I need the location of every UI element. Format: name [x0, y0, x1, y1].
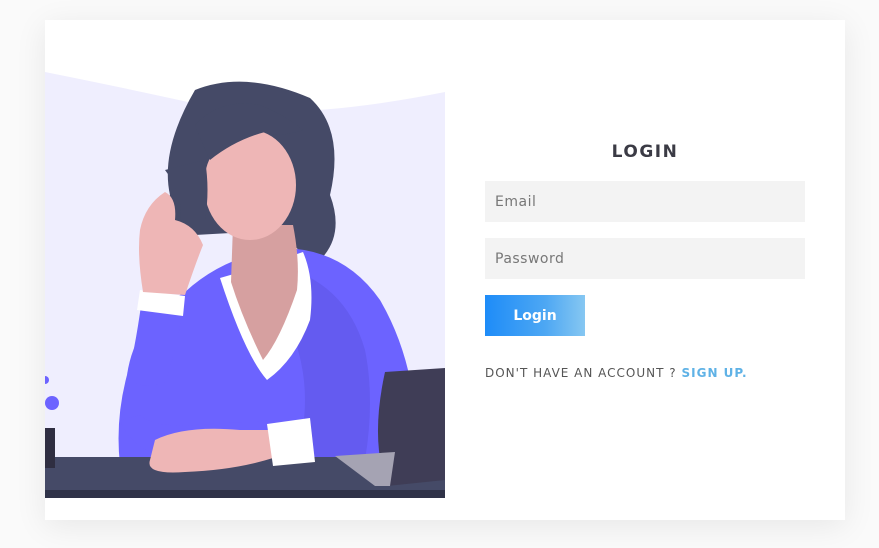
woman-at-desk-illustration	[45, 20, 445, 520]
login-button[interactable]: Login	[485, 295, 585, 336]
signup-link[interactable]: SIGN UP.	[681, 366, 747, 380]
password-field[interactable]	[485, 238, 805, 279]
email-field[interactable]	[485, 181, 805, 222]
signup-prompt-line: DON'T HAVE AN ACCOUNT ? SIGN UP.	[485, 366, 748, 380]
desk-edge	[45, 490, 445, 498]
page-title: LOGIN	[611, 142, 679, 162]
cuff-lower	[267, 418, 315, 466]
plant-dot	[45, 396, 59, 410]
login-card: LOGIN Login DON'T HAVE AN ACCOUNT ? SIGN…	[45, 20, 845, 520]
plant-pot	[45, 428, 55, 468]
illustration-svg	[45, 72, 445, 498]
login-form: LOGIN Login DON'T HAVE AN ACCOUNT ? SIGN…	[485, 20, 805, 520]
signup-prompt: DON'T HAVE AN ACCOUNT ?	[485, 366, 677, 380]
